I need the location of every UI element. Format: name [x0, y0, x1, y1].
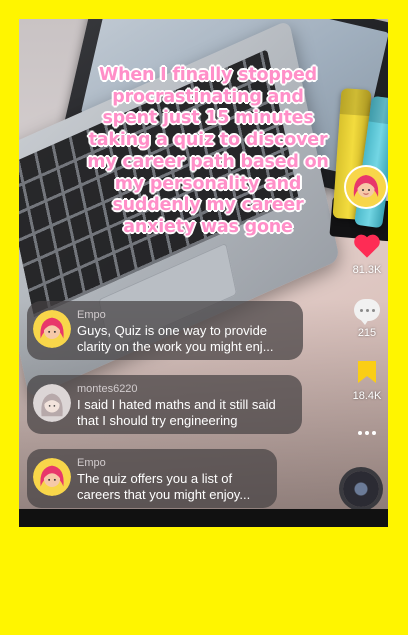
comment-count: 215 — [357, 327, 377, 339]
caption-line: my career path based on — [87, 151, 329, 172]
more-icon — [344, 431, 388, 435]
commenter-username: Empo — [77, 457, 106, 469]
creator-avatar[interactable] — [346, 167, 386, 207]
commenter-username: montes6220 — [77, 383, 138, 395]
video-caption: When I finally stopped procrastinating a… — [67, 65, 349, 239]
more-button[interactable] — [344, 431, 388, 435]
caption-line: spent just 15 minutes — [102, 108, 314, 129]
caption-line: anxiety was gone — [123, 216, 293, 237]
caption-line: procrastinating and — [112, 86, 304, 107]
music-disc-icon[interactable] — [343, 471, 379, 507]
commenter-avatar — [33, 458, 71, 496]
commenter-username: Empo — [77, 309, 106, 321]
video-frame[interactable]: When I finally stopped procrastinating a… — [19, 19, 388, 527]
bottom-bar — [19, 509, 388, 527]
comment-text: I said I hated maths and it still said t… — [77, 397, 276, 428]
comment-icon — [354, 299, 380, 325]
like-count: 81.3K — [352, 264, 382, 276]
comment-bubble-2[interactable]: montes6220 I said I hated maths and it s… — [27, 375, 302, 434]
save-button[interactable]: 18.4K — [344, 359, 388, 402]
bookmark-icon — [358, 361, 376, 383]
commenter-avatar — [33, 384, 71, 422]
caption-line: taking a quiz to discover — [88, 130, 328, 151]
like-button[interactable]: 81.3K — [344, 233, 388, 276]
heart-icon — [354, 234, 380, 258]
caption-line: my personality and — [114, 173, 302, 194]
comment-bubble-3[interactable]: Empo The quiz offers you a list of caree… — [27, 449, 277, 508]
commenter-avatar — [33, 310, 71, 348]
save-count: 18.4K — [352, 390, 382, 402]
caption-line: When I finally stopped — [98, 65, 318, 85]
comment-bubble-1[interactable]: Empo Guys, Quiz is one way to provide cl… — [27, 301, 303, 360]
comment-text: The quiz offers you a list of careers th… — [77, 471, 251, 502]
comment-text: Guys, Quiz is one way to provide clarity… — [77, 323, 274, 354]
caption-line: suddenly my career — [112, 195, 304, 216]
comment-button[interactable]: 215 — [344, 299, 388, 339]
